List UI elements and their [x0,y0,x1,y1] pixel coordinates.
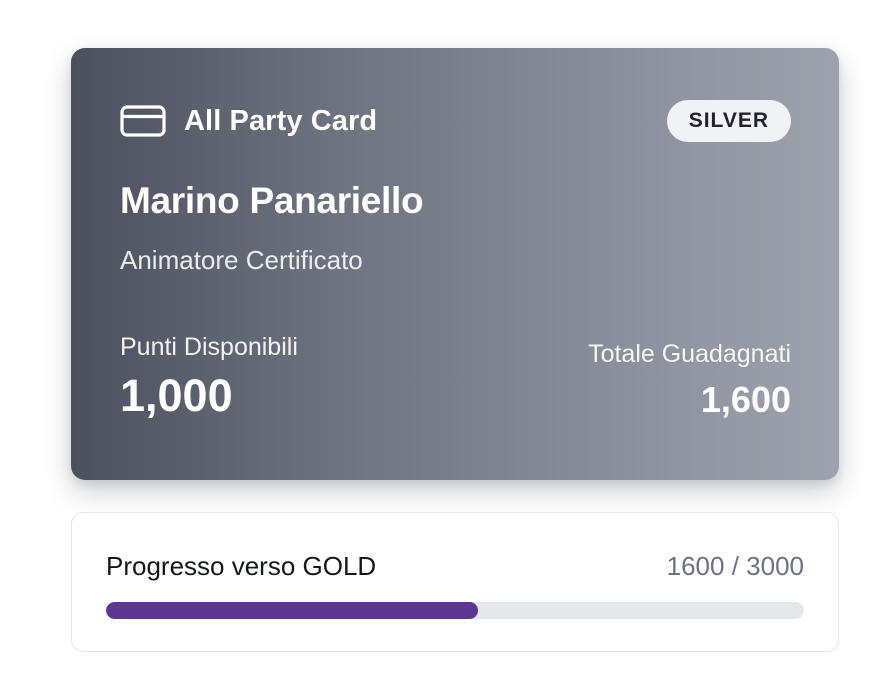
available-points-value: 1,000 [120,370,233,421]
card-header: All Party Card SILVER [120,100,791,142]
progress-bar [106,602,804,619]
tier-progress-card: Progresso verso GOLD 1600 / 3000 [71,512,839,652]
total-earned: Totale Guadagnati 1,600 [588,340,791,421]
progress-title: Progresso verso GOLD [106,551,377,581]
credit-card-icon [120,104,166,138]
progress-bar-fill [106,602,479,619]
card-brand: All Party Card [120,104,377,138]
progress-count: 1600 / 3000 [666,551,804,581]
loyalty-page: All Party Card SILVER Marino Panariello … [0,0,884,700]
loyalty-card: All Party Card SILVER Marino Panariello … [71,48,839,480]
available-points: Punti Disponibili 1,000 [120,333,298,422]
tier-badge: SILVER [666,100,791,142]
card-holder-role: Animatore Certificato [120,245,363,275]
card-brand-name: All Party Card [184,104,378,137]
available-points-label: Punti Disponibili [120,333,298,361]
total-earned-value: 1,600 [700,379,791,420]
card-holder-name: Marino Panariello [120,180,424,221]
total-earned-label: Totale Guadagnati [588,340,791,368]
